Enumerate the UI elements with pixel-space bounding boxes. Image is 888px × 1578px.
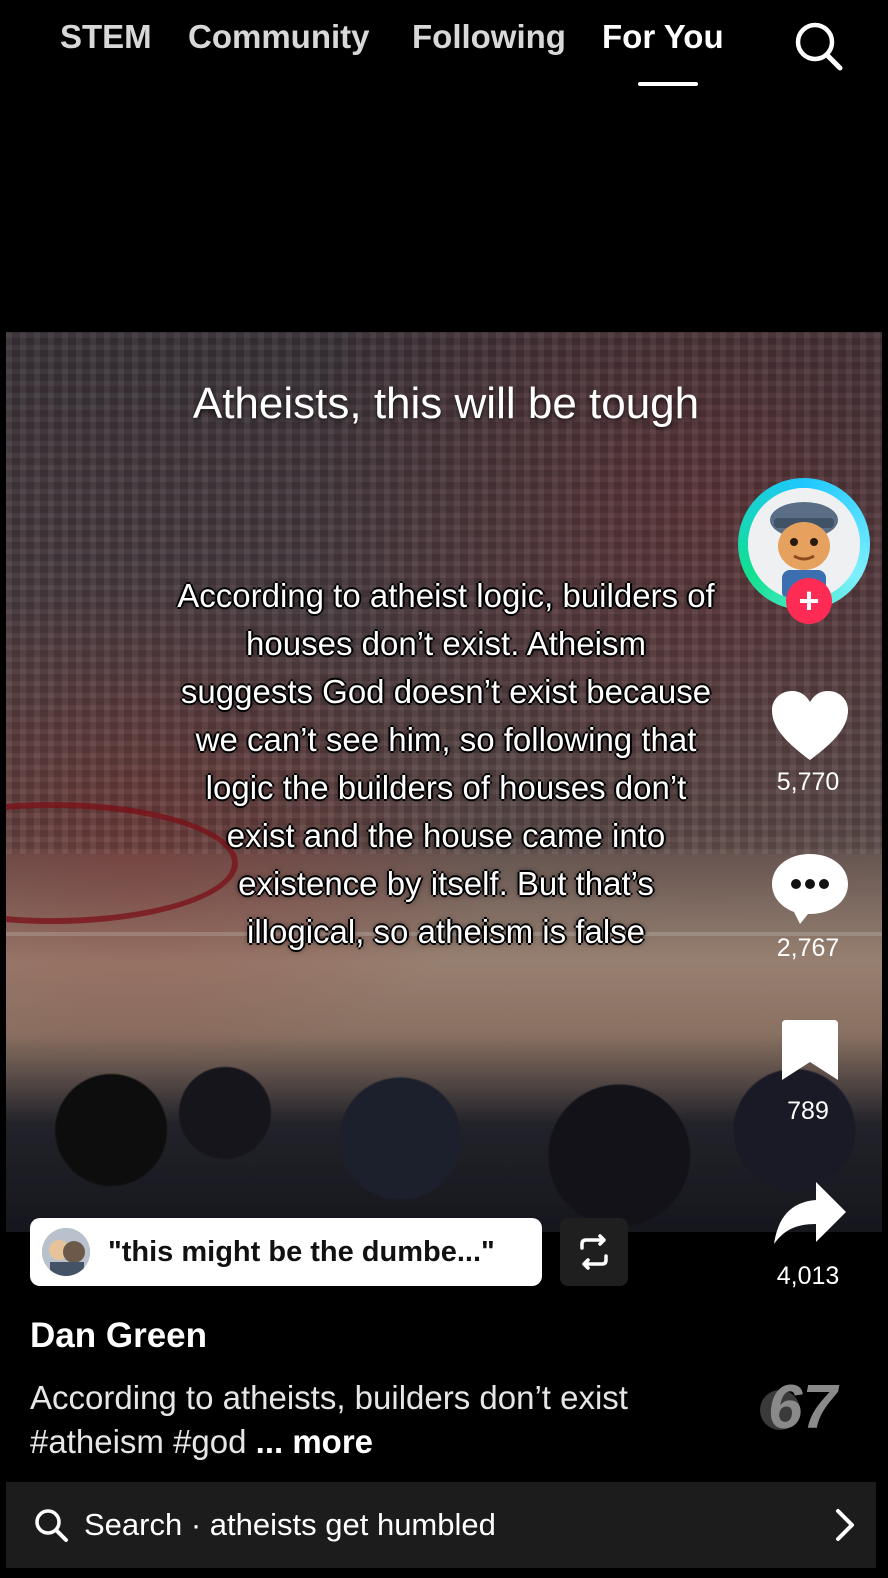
search-button[interactable] [790, 18, 848, 76]
search-icon [795, 22, 843, 71]
quoted-comment-chip[interactable]: "this might be the dumbe..." [30, 1218, 542, 1286]
chevron-right-icon [836, 1509, 854, 1541]
music-disc-icon: 67 [760, 1373, 839, 1442]
save-button[interactable] [760, 1018, 860, 1089]
quote-avatar-image [42, 1228, 90, 1276]
share-button[interactable] [760, 1180, 860, 1251]
heart-icon [772, 691, 848, 760]
follow-button[interactable]: + [786, 578, 832, 624]
bookmark-icon [782, 1020, 838, 1080]
related-search-label: Search · atheists get humbled [84, 1507, 496, 1543]
share-arrow-icon [774, 1182, 846, 1244]
repost-icon [580, 1234, 608, 1270]
caption-more-link[interactable]: ... more [256, 1423, 373, 1460]
comment-bubble-icon [772, 854, 848, 924]
like-count: 5,770 [776, 768, 840, 796]
music-disc[interactable]: 67 [758, 1370, 858, 1442]
quote-avatar [42, 1228, 90, 1276]
tab-following[interactable]: Following [412, 18, 566, 56]
related-search-bar[interactable]: Search · atheists get humbled [6, 1482, 876, 1568]
search-separator: · [182, 1507, 210, 1542]
post-caption[interactable]: According to atheists, builders don’t ex… [30, 1376, 670, 1464]
search-icon [35, 1509, 68, 1542]
music-badge-text: 67 [768, 1373, 839, 1440]
search-query: atheists get humbled [209, 1507, 496, 1542]
video-overlay-title: Atheists, this will be tough [192, 379, 700, 428]
active-tab-indicator [638, 82, 698, 86]
tab-for-you[interactable]: For You [602, 18, 724, 56]
quote-text: "this might be the dumbe..." [108, 1235, 495, 1268]
video-overlay-text: According to atheist logic, builders of … [177, 577, 715, 950]
comment-count: 2,767 [776, 934, 840, 962]
search-prefix: Search [84, 1507, 183, 1542]
comment-button[interactable] [760, 852, 860, 931]
like-button[interactable] [760, 690, 860, 767]
top-nav: STEM Community Following For You [0, 0, 888, 110]
save-count: 789 [787, 1097, 829, 1125]
tab-community[interactable]: Community [188, 18, 370, 56]
share-count: 4,013 [776, 1262, 840, 1290]
tab-stem[interactable]: STEM [60, 18, 152, 56]
repost-button[interactable] [560, 1218, 628, 1286]
author-name[interactable]: Dan Green [30, 1316, 207, 1356]
